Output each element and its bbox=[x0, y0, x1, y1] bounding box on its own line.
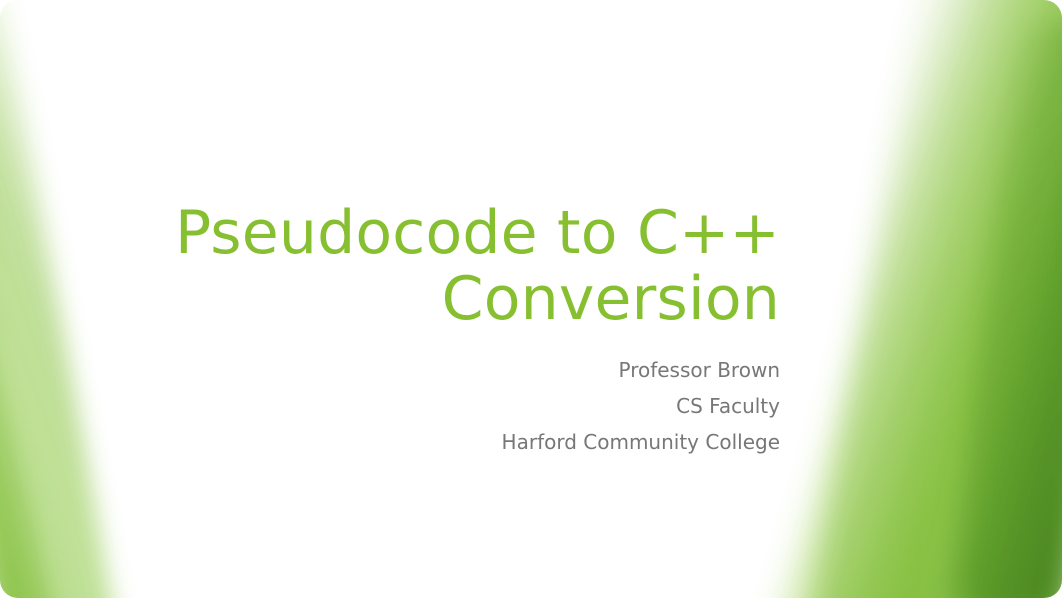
decorative-left-accent bbox=[0, 0, 90, 598]
slide-container: Pseudocode to C++ Conversion Professor B… bbox=[0, 0, 1062, 598]
slide-title: Pseudocode to C++ Conversion bbox=[140, 200, 780, 332]
department-line: CS Faculty bbox=[140, 390, 780, 422]
decorative-right-accent bbox=[762, 0, 1062, 598]
institution-line: Harford Community College bbox=[140, 426, 780, 458]
author-line: Professor Brown bbox=[140, 354, 780, 386]
slide-content: Pseudocode to C++ Conversion Professor B… bbox=[140, 200, 780, 462]
slide-subtitle-block: Professor Brown CS Faculty Harford Commu… bbox=[140, 354, 780, 458]
